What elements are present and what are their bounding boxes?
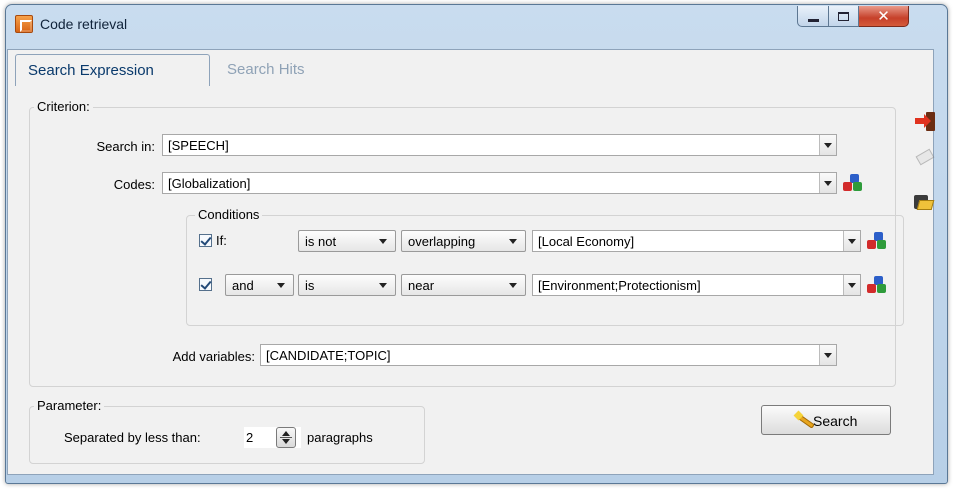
- condition-2-operator-select[interactable]: is: [298, 274, 396, 296]
- condition-1-codes-combobox[interactable]: [Local Economy]: [532, 230, 861, 252]
- open-folder-icon[interactable]: [913, 192, 935, 212]
- app-icon: [15, 15, 33, 33]
- search-in-combobox[interactable]: [SPEECH]: [162, 134, 837, 156]
- parameter-group: Parameter: Separated by less than: parag…: [29, 398, 425, 464]
- distance-spinner[interactable]: 2: [244, 427, 301, 448]
- title-bar[interactable]: Code retrieval ✕: [6, 5, 947, 39]
- paragraphs-unit-label: paragraphs: [307, 430, 373, 445]
- conditions-group-label: Conditions: [195, 207, 263, 222]
- search-button[interactable]: Search: [761, 405, 891, 435]
- close-icon: ✕: [877, 7, 890, 25]
- add-variables-value: [CANDIDATE;TOPIC]: [266, 348, 391, 363]
- close-button[interactable]: ✕: [859, 6, 909, 27]
- exit-icon[interactable]: [915, 112, 935, 132]
- condition-2-checkbox[interactable]: [199, 278, 212, 291]
- condition-2-connector-select[interactable]: and: [225, 274, 294, 296]
- parameter-group-label: Parameter:: [34, 398, 105, 413]
- condition-2-codes-combobox[interactable]: [Environment;Protectionism]: [532, 274, 861, 296]
- condition-2-codes-value: [Environment;Protectionism]: [538, 278, 701, 293]
- minimize-icon: [807, 18, 819, 22]
- search-in-label: Search in:: [96, 139, 155, 154]
- condition-1-relation-value: overlapping: [408, 234, 476, 249]
- eraser-icon[interactable]: [915, 147, 935, 167]
- conditions-group: Conditions If: is not overlapping [Local…: [186, 207, 904, 326]
- condition-1-checkbox[interactable]: [199, 234, 212, 247]
- tab-search-expression[interactable]: Search Expression: [15, 54, 210, 86]
- separated-by-label: Separated by less than:: [64, 430, 201, 445]
- criterion-group-label: Criterion:: [34, 99, 93, 114]
- condition-1-operator-value: is not: [305, 234, 337, 249]
- add-variables-dropdown-button[interactable]: [819, 345, 836, 365]
- codes-dropdown-button[interactable]: [819, 173, 836, 193]
- maximize-button[interactable]: [829, 6, 859, 27]
- condition-1-code-cubes-icon[interactable]: [867, 232, 887, 250]
- condition-2-codes-dropdown-button[interactable]: [843, 275, 860, 295]
- search-button-label: Search: [813, 413, 858, 429]
- code-cubes-icon[interactable]: [843, 174, 863, 192]
- condition-1-codes-dropdown-button[interactable]: [843, 231, 860, 251]
- magic-wand-icon: [793, 410, 815, 430]
- maximize-icon: [838, 11, 849, 21]
- condition-2-code-cubes-icon[interactable]: [867, 276, 887, 294]
- distance-stepper-button[interactable]: [276, 427, 296, 448]
- tab-search-hits[interactable]: Search Hits: [215, 54, 335, 84]
- condition-2-operator-value: is: [305, 278, 315, 293]
- condition-2-connector-value: and: [232, 278, 254, 293]
- minimize-button[interactable]: [797, 6, 829, 27]
- distance-value: 2: [246, 430, 254, 445]
- codes-label: Codes:: [113, 177, 155, 192]
- search-in-dropdown-button[interactable]: [819, 135, 836, 155]
- condition-2-relation-select[interactable]: near: [401, 274, 526, 296]
- condition-1-if-label: If:: [216, 233, 227, 248]
- condition-1-operator-select[interactable]: is not: [298, 230, 396, 252]
- window-title: Code retrieval: [40, 16, 128, 32]
- condition-1-relation-select[interactable]: overlapping: [401, 230, 526, 252]
- condition-1-codes-value: [Local Economy]: [538, 234, 635, 249]
- criterion-group: Criterion: Search in: [SPEECH] Codes: [G…: [29, 99, 904, 387]
- add-variables-combobox[interactable]: [CANDIDATE;TOPIC]: [260, 344, 837, 366]
- search-in-value: [SPEECH]: [168, 138, 229, 153]
- codes-combobox[interactable]: [Globalization]: [162, 172, 837, 194]
- codes-value: [Globalization]: [168, 176, 251, 191]
- condition-2-relation-value: near: [408, 278, 435, 293]
- add-variables-label: Add variables:: [172, 349, 255, 364]
